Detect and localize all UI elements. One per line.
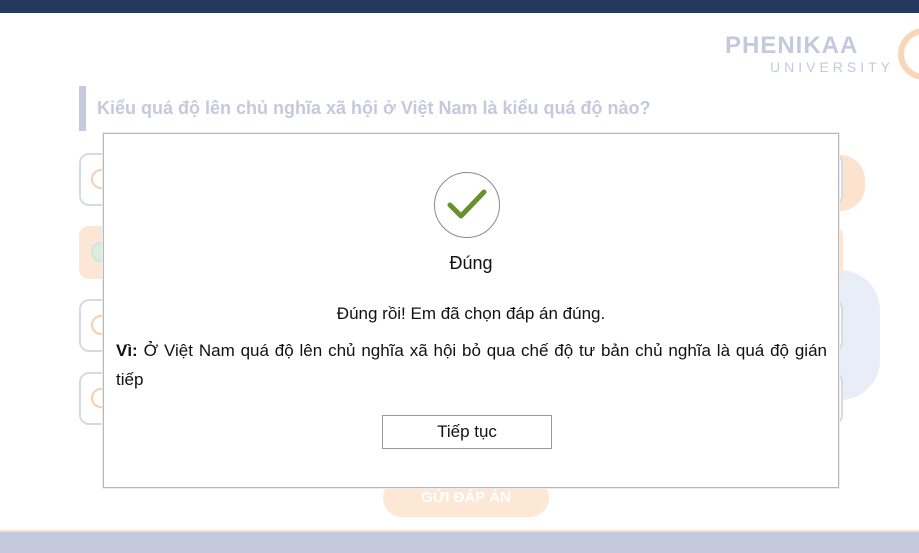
check-circle-icon [434, 172, 500, 238]
continue-button[interactable]: Tiếp tục [382, 415, 552, 449]
result-status: Đúng [449, 253, 493, 273]
feedback-dialog: Đúng Đúng rồi! Em đã chọn đáp án đúng. V… [103, 133, 839, 488]
top-bar [0, 0, 919, 13]
check-icon [447, 189, 487, 219]
explanation: Vì: Ở Việt Nam quá độ lên chủ nghĩa xã h… [116, 336, 827, 394]
feedback-message: Đúng rồi! Em đã chọn đáp án đúng. [336, 304, 606, 323]
explanation-text: Ở Việt Nam quá độ lên chủ nghĩa xã hội b… [116, 341, 827, 389]
explanation-label: Vì: [116, 341, 138, 360]
